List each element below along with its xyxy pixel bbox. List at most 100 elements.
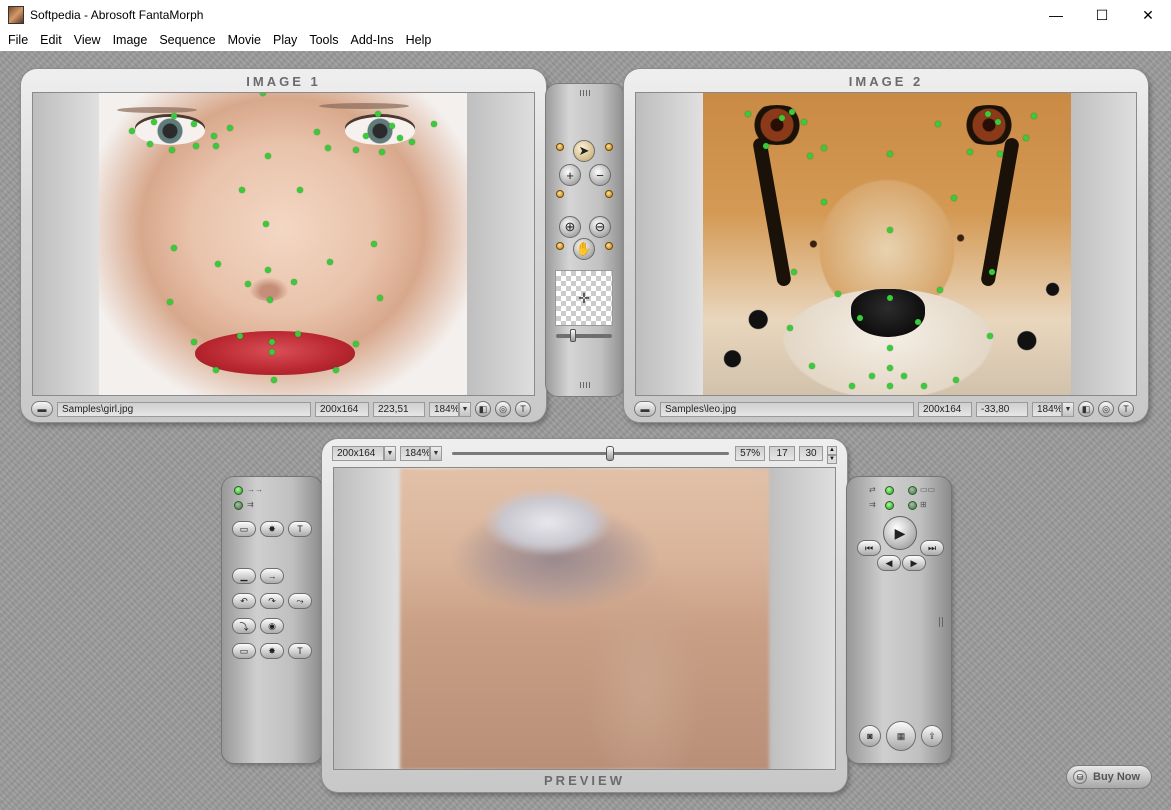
led-indicator[interactable]: [908, 501, 917, 510]
settings-icon[interactable]: ◎: [1098, 401, 1114, 417]
key-point[interactable]: [849, 383, 855, 389]
menu-file[interactable]: File: [2, 30, 34, 51]
key-point[interactable]: [887, 151, 893, 157]
led-indicator[interactable]: [908, 486, 917, 495]
menu-tools[interactable]: Tools: [303, 30, 344, 51]
buy-now-button[interactable]: ⛁ Buy Now: [1066, 765, 1152, 789]
key-point[interactable]: [265, 267, 271, 273]
navigator-thumbnail[interactable]: ✛: [555, 270, 613, 326]
key-point[interactable]: [763, 143, 769, 149]
key-point[interactable]: [835, 291, 841, 297]
key-point[interactable]: [297, 187, 303, 193]
open-image1-button[interactable]: ▬: [31, 401, 53, 417]
minimize-button[interactable]: —: [1033, 0, 1079, 30]
key-point[interactable]: [191, 339, 197, 345]
key-point[interactable]: [379, 149, 385, 155]
preview-zoom-select[interactable]: 184% ▼: [400, 445, 442, 461]
zoom-out-button[interactable]: ⊖: [589, 216, 611, 238]
grip-handle[interactable]: [580, 90, 590, 96]
effect-button[interactable]: T: [288, 521, 312, 537]
key-point[interactable]: [129, 128, 135, 134]
key-point[interactable]: [333, 367, 339, 373]
key-point[interactable]: [327, 259, 333, 265]
key-point[interactable]: [171, 245, 177, 251]
key-point[interactable]: [1023, 135, 1029, 141]
key-point[interactable]: [325, 145, 331, 151]
source-image-leo[interactable]: [703, 93, 1071, 395]
menu-sequence[interactable]: Sequence: [153, 30, 221, 51]
menu-play[interactable]: Play: [267, 30, 303, 51]
key-point[interactable]: [807, 153, 813, 159]
key-point[interactable]: [171, 113, 177, 119]
play-button[interactable]: ▶: [883, 516, 917, 550]
prev-frame-button[interactable]: ◀: [877, 555, 901, 571]
effect-button[interactable]: ✸: [260, 643, 284, 659]
key-point[interactable]: [215, 261, 221, 267]
maximize-button[interactable]: ☐: [1079, 0, 1125, 30]
menu-view[interactable]: View: [68, 30, 107, 51]
key-point[interactable]: [213, 367, 219, 373]
pointer-tool-button[interactable]: ➤: [573, 140, 595, 162]
slider-thumb[interactable]: [606, 445, 614, 461]
image2-viewport[interactable]: [635, 92, 1137, 396]
effect-button[interactable]: ▭: [232, 643, 256, 659]
eye-button[interactable]: ◉: [260, 618, 284, 634]
key-point[interactable]: [363, 133, 369, 139]
option-dot[interactable]: [605, 190, 613, 198]
option-dot[interactable]: [556, 190, 564, 198]
led-indicator[interactable]: [234, 501, 243, 510]
effect-button[interactable]: ↶: [232, 593, 256, 609]
key-point[interactable]: [260, 93, 266, 96]
key-point[interactable]: [915, 319, 921, 325]
image2-zoom-select[interactable]: 184% ▼: [1032, 401, 1074, 417]
grip-handle[interactable]: [580, 382, 590, 388]
key-point[interactable]: [314, 129, 320, 135]
fit-icon[interactable]: ◧: [1078, 401, 1094, 417]
last-frame-button[interactable]: ⏭: [920, 540, 944, 556]
key-point[interactable]: [745, 111, 751, 117]
key-point[interactable]: [791, 269, 797, 275]
led-indicator[interactable]: [885, 486, 894, 495]
key-point[interactable]: [887, 383, 893, 389]
key-point[interactable]: [269, 349, 275, 355]
menu-help[interactable]: Help: [400, 30, 438, 51]
key-point[interactable]: [869, 373, 875, 379]
key-point[interactable]: [1031, 113, 1037, 119]
spin-up-icon[interactable]: ▲: [827, 445, 837, 455]
key-point[interactable]: [265, 153, 271, 159]
key-point[interactable]: [245, 281, 251, 287]
export-button[interactable]: ⇪: [921, 725, 943, 747]
grip-handle[interactable]: [939, 617, 945, 627]
first-frame-button[interactable]: ⏮: [857, 540, 881, 556]
key-point[interactable]: [271, 377, 277, 383]
key-point[interactable]: [193, 143, 199, 149]
morph-progress-slider[interactable]: [450, 445, 731, 461]
key-point[interactable]: [821, 199, 827, 205]
spin-down-icon[interactable]: ▼: [827, 454, 837, 464]
frames-spinner[interactable]: ▲ ▼: [827, 445, 837, 464]
hand-tool-button[interactable]: ✋: [573, 238, 595, 260]
key-point[interactable]: [375, 111, 381, 117]
key-point[interactable]: [987, 333, 993, 339]
navigator-zoom-slider[interactable]: [556, 329, 612, 342]
key-point[interactable]: [887, 227, 893, 233]
key-point[interactable]: [397, 135, 403, 141]
key-point[interactable]: [291, 279, 297, 285]
key-point[interactable]: [901, 373, 907, 379]
source-image-girl[interactable]: [99, 93, 467, 395]
effect-button[interactable]: ▁: [232, 568, 256, 584]
key-point[interactable]: [239, 187, 245, 193]
key-point[interactable]: [211, 133, 217, 139]
key-point[interactable]: [353, 147, 359, 153]
key-point[interactable]: [227, 125, 233, 131]
key-point[interactable]: [213, 143, 219, 149]
settings-icon[interactable]: ◎: [495, 401, 511, 417]
led-indicator[interactable]: [885, 501, 894, 510]
key-point[interactable]: [147, 141, 153, 147]
snapshot-button[interactable]: ◙: [859, 725, 881, 747]
fit-icon[interactable]: ◧: [475, 401, 491, 417]
key-point[interactable]: [887, 365, 893, 371]
key-point[interactable]: [937, 287, 943, 293]
effect-button[interactable]: T: [288, 643, 312, 659]
option-dot[interactable]: [605, 143, 613, 151]
